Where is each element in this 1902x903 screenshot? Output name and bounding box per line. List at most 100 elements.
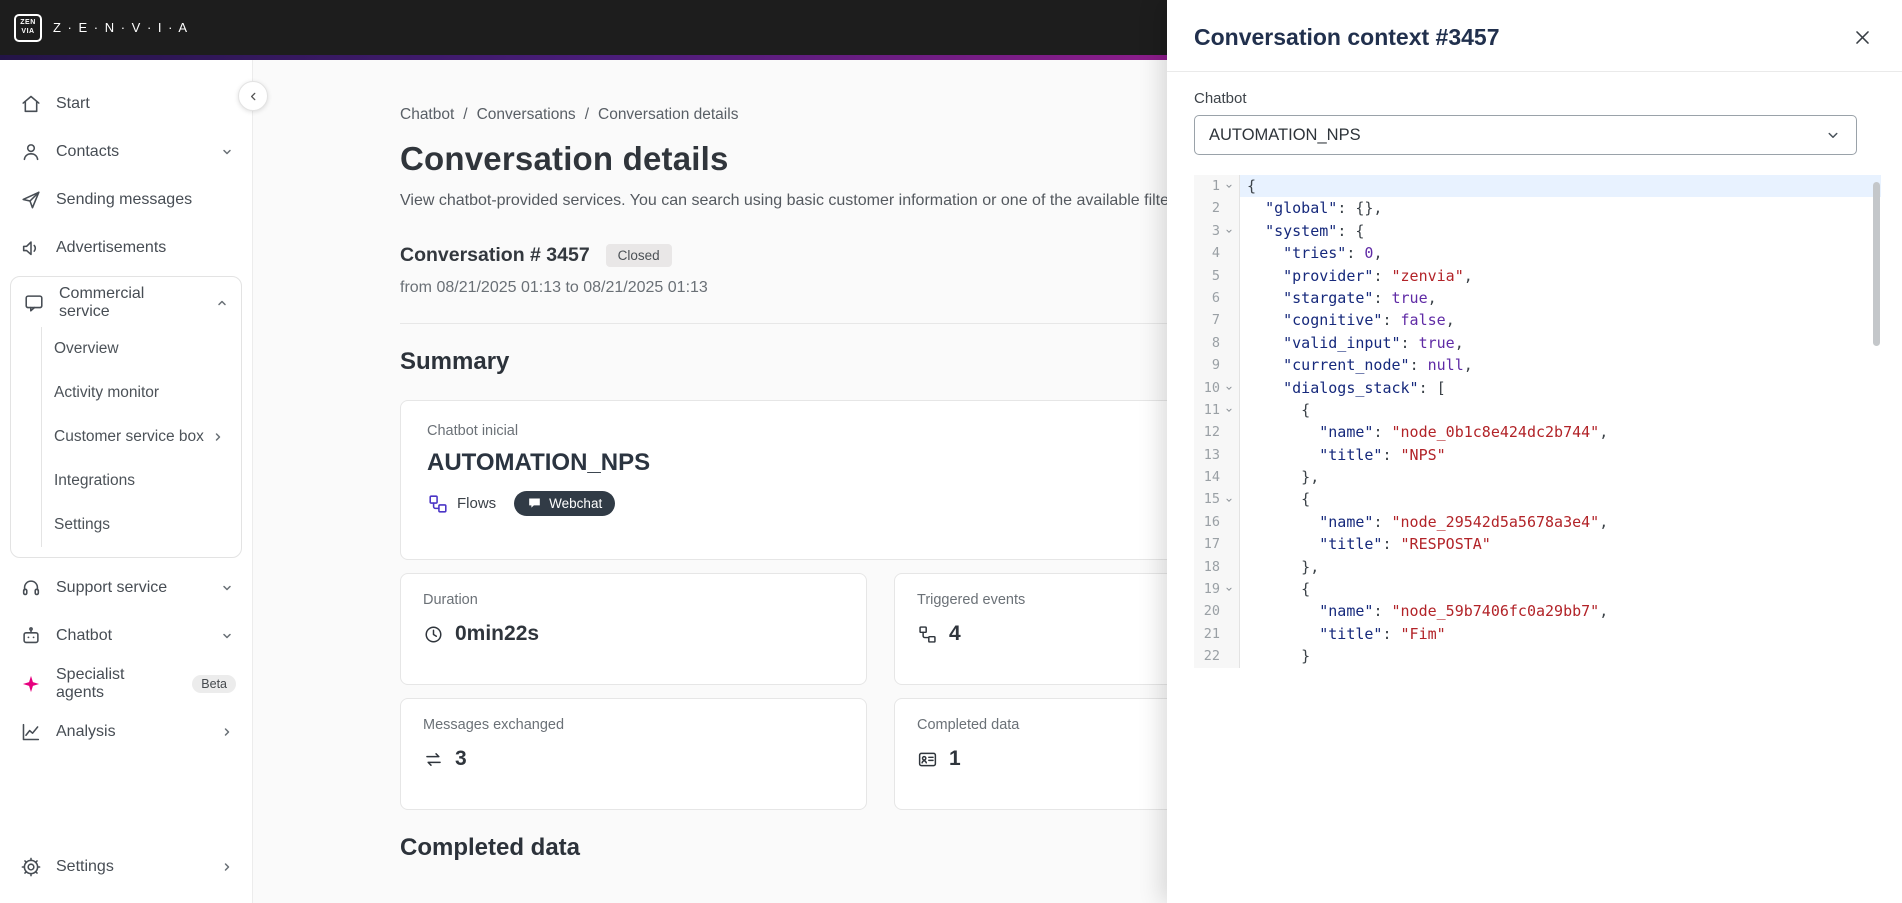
- conversation-context-drawer: Conversation context #3457 Chatbot AUTOM…: [1167, 0, 1902, 903]
- line-gutter: 22: [1194, 645, 1240, 668]
- line-gutter: 19: [1194, 578, 1240, 601]
- tag-flows: Flows: [427, 493, 496, 515]
- code-line: 21 "title": "Fim": [1194, 622, 1881, 646]
- sidebar-item-commercial-service[interactable]: Commercial service: [11, 279, 241, 327]
- code-line: 10 "dialogs_stack": [: [1194, 376, 1881, 399]
- sidebar-collapse-button[interactable]: [238, 81, 268, 111]
- brand-name: Z · E · N · V · I · A: [53, 20, 189, 35]
- code-line: 2 "global": {},: [1194, 197, 1881, 220]
- chart-icon: [20, 721, 42, 743]
- code-line: 15 {: [1194, 488, 1881, 511]
- metric-card-messages-exchanged: Messages exchanged 3: [400, 698, 867, 810]
- code-line: 20 "name": "node_59b7406fc0a29bb7",: [1194, 600, 1881, 623]
- fold-toggle-icon[interactable]: [1220, 181, 1238, 191]
- sidebar: Start Contacts Sending messages Advertiseme…: [0, 60, 253, 903]
- line-gutter: 20: [1194, 600, 1240, 623]
- chevron-down-icon: [218, 627, 236, 645]
- sidebar-item-settings[interactable]: Settings: [0, 843, 252, 891]
- sidebar-item-customer-service-box[interactable]: Customer service box: [42, 415, 241, 459]
- events-icon: [917, 624, 938, 645]
- breadcrumb-chatbot[interactable]: Chatbot: [400, 106, 454, 124]
- fold-toggle-icon[interactable]: [1220, 584, 1238, 594]
- line-gutter: 10: [1194, 376, 1240, 399]
- code-text: {: [1247, 490, 1311, 509]
- sidebar-item-activity-monitor[interactable]: Activity monitor: [42, 371, 241, 415]
- sidebar-item-label: Start: [56, 95, 90, 112]
- sidebar-item-label: Sending messages: [56, 191, 193, 208]
- chatbot-field-label: Chatbot: [1194, 90, 1247, 107]
- sidebar-item-specialist-agents[interactable]: Specialist agents Beta: [0, 660, 252, 708]
- code-text: "name": "node_59b7406fc0a29bb7",: [1319, 602, 1609, 621]
- close-icon: [1856, 31, 1869, 44]
- line-gutter: 13: [1194, 443, 1240, 467]
- sidebar-item-label: Analysis: [56, 723, 116, 740]
- json-code-editor[interactable]: 1{2 "global": {}, 3 "system": {4 "tries":…: [1194, 175, 1881, 675]
- line-number: 18: [1203, 558, 1220, 575]
- line-gutter: 4: [1194, 242, 1240, 265]
- chatbot-select[interactable]: AUTOMATION_NPS: [1194, 115, 1857, 155]
- fold-toggle-icon[interactable]: [1220, 383, 1238, 393]
- line-number: 2: [1211, 200, 1220, 217]
- sidebar-group-commercial-service: Commercial service Overview Activity monit…: [10, 276, 242, 558]
- drawer-title: Conversation context #3457: [1194, 24, 1500, 50]
- line-number: 8: [1211, 334, 1220, 351]
- gear-icon: [20, 856, 42, 878]
- chatbot-select-value: AUTOMATION_NPS: [1209, 125, 1361, 144]
- sidebar-item-chatbot[interactable]: Chatbot: [0, 612, 252, 660]
- code-line: 19 {: [1194, 578, 1881, 601]
- metric-card-duration: Duration 0min22s: [400, 573, 867, 685]
- status-badge: Closed: [605, 244, 672, 267]
- chevron-left-icon: [250, 92, 255, 100]
- sparkle-icon: [20, 673, 42, 695]
- line-gutter: 2: [1194, 197, 1240, 220]
- megaphone-icon: [20, 237, 42, 259]
- sidebar-nav: Start Contacts Sending messages Advertiseme…: [0, 80, 252, 756]
- metric-label: Messages exchanged: [423, 717, 565, 733]
- conversation-number: Conversation # 3457: [400, 244, 590, 266]
- code-line: 1{: [1194, 175, 1881, 198]
- editor-scrollbar[interactable]: [1873, 182, 1880, 346]
- line-gutter: 3: [1194, 219, 1240, 243]
- sidebar-item-start[interactable]: Start: [0, 80, 252, 128]
- breadcrumb-separator: /: [584, 106, 589, 123]
- close-button[interactable]: [1853, 28, 1872, 47]
- sidebar-item-label: Commercial service: [59, 285, 145, 320]
- sidebar-item-contacts[interactable]: Contacts: [0, 128, 252, 176]
- sidebar-item-settings[interactable]: Settings: [42, 503, 241, 547]
- line-number: 6: [1211, 289, 1220, 306]
- sidebar-item-overview[interactable]: Overview: [42, 327, 241, 371]
- fold-toggle-icon[interactable]: [1220, 405, 1238, 415]
- chevron-down-icon: [218, 579, 236, 597]
- line-gutter: 18: [1194, 555, 1240, 579]
- fold-toggle-icon[interactable]: [1220, 495, 1238, 505]
- sidebar-item-advertisements[interactable]: Advertisements: [0, 224, 252, 272]
- code-line: 8 "valid_input": true,: [1194, 331, 1881, 355]
- line-number: 3: [1211, 222, 1220, 239]
- line-gutter: 11: [1194, 398, 1240, 422]
- headset-icon: [20, 577, 42, 599]
- fold-toggle-icon[interactable]: [1220, 226, 1238, 236]
- sidebar-item-integrations[interactable]: Integrations: [42, 459, 241, 503]
- chat-icon: [23, 292, 45, 314]
- code-text: "name": "node_0b1c8e424dc2b744",: [1319, 423, 1609, 442]
- code-line: 18 },: [1194, 555, 1881, 579]
- breadcrumb-conversations[interactable]: Conversations: [477, 106, 576, 124]
- metric-value: 1: [949, 747, 961, 770]
- sidebar-item-sending-messages[interactable]: Sending messages: [0, 176, 252, 224]
- line-number: 17: [1203, 536, 1220, 553]
- clock-icon: [423, 624, 444, 645]
- sidebar-item-support-service[interactable]: Support service: [0, 564, 252, 612]
- sidebar-item-analysis[interactable]: Analysis: [0, 708, 252, 756]
- webchat-icon: [527, 496, 542, 511]
- sidebar-item-label: Specialist agents: [56, 666, 125, 701]
- code-text: "system": {: [1265, 221, 1365, 240]
- breadcrumb-current: Conversation details: [598, 106, 739, 123]
- code-text: "current_node": null,: [1283, 356, 1473, 375]
- logo-text-top: ZEN: [20, 19, 36, 27]
- code-text: },: [1247, 557, 1320, 576]
- line-gutter: 12: [1194, 421, 1240, 444]
- code-text: "title": "RESPOSTA": [1319, 535, 1491, 554]
- zenvia-logo-icon[interactable]: ZEN VIA: [14, 13, 42, 42]
- tag-webchat: Webchat: [514, 491, 616, 516]
- line-number: 1: [1211, 178, 1220, 194]
